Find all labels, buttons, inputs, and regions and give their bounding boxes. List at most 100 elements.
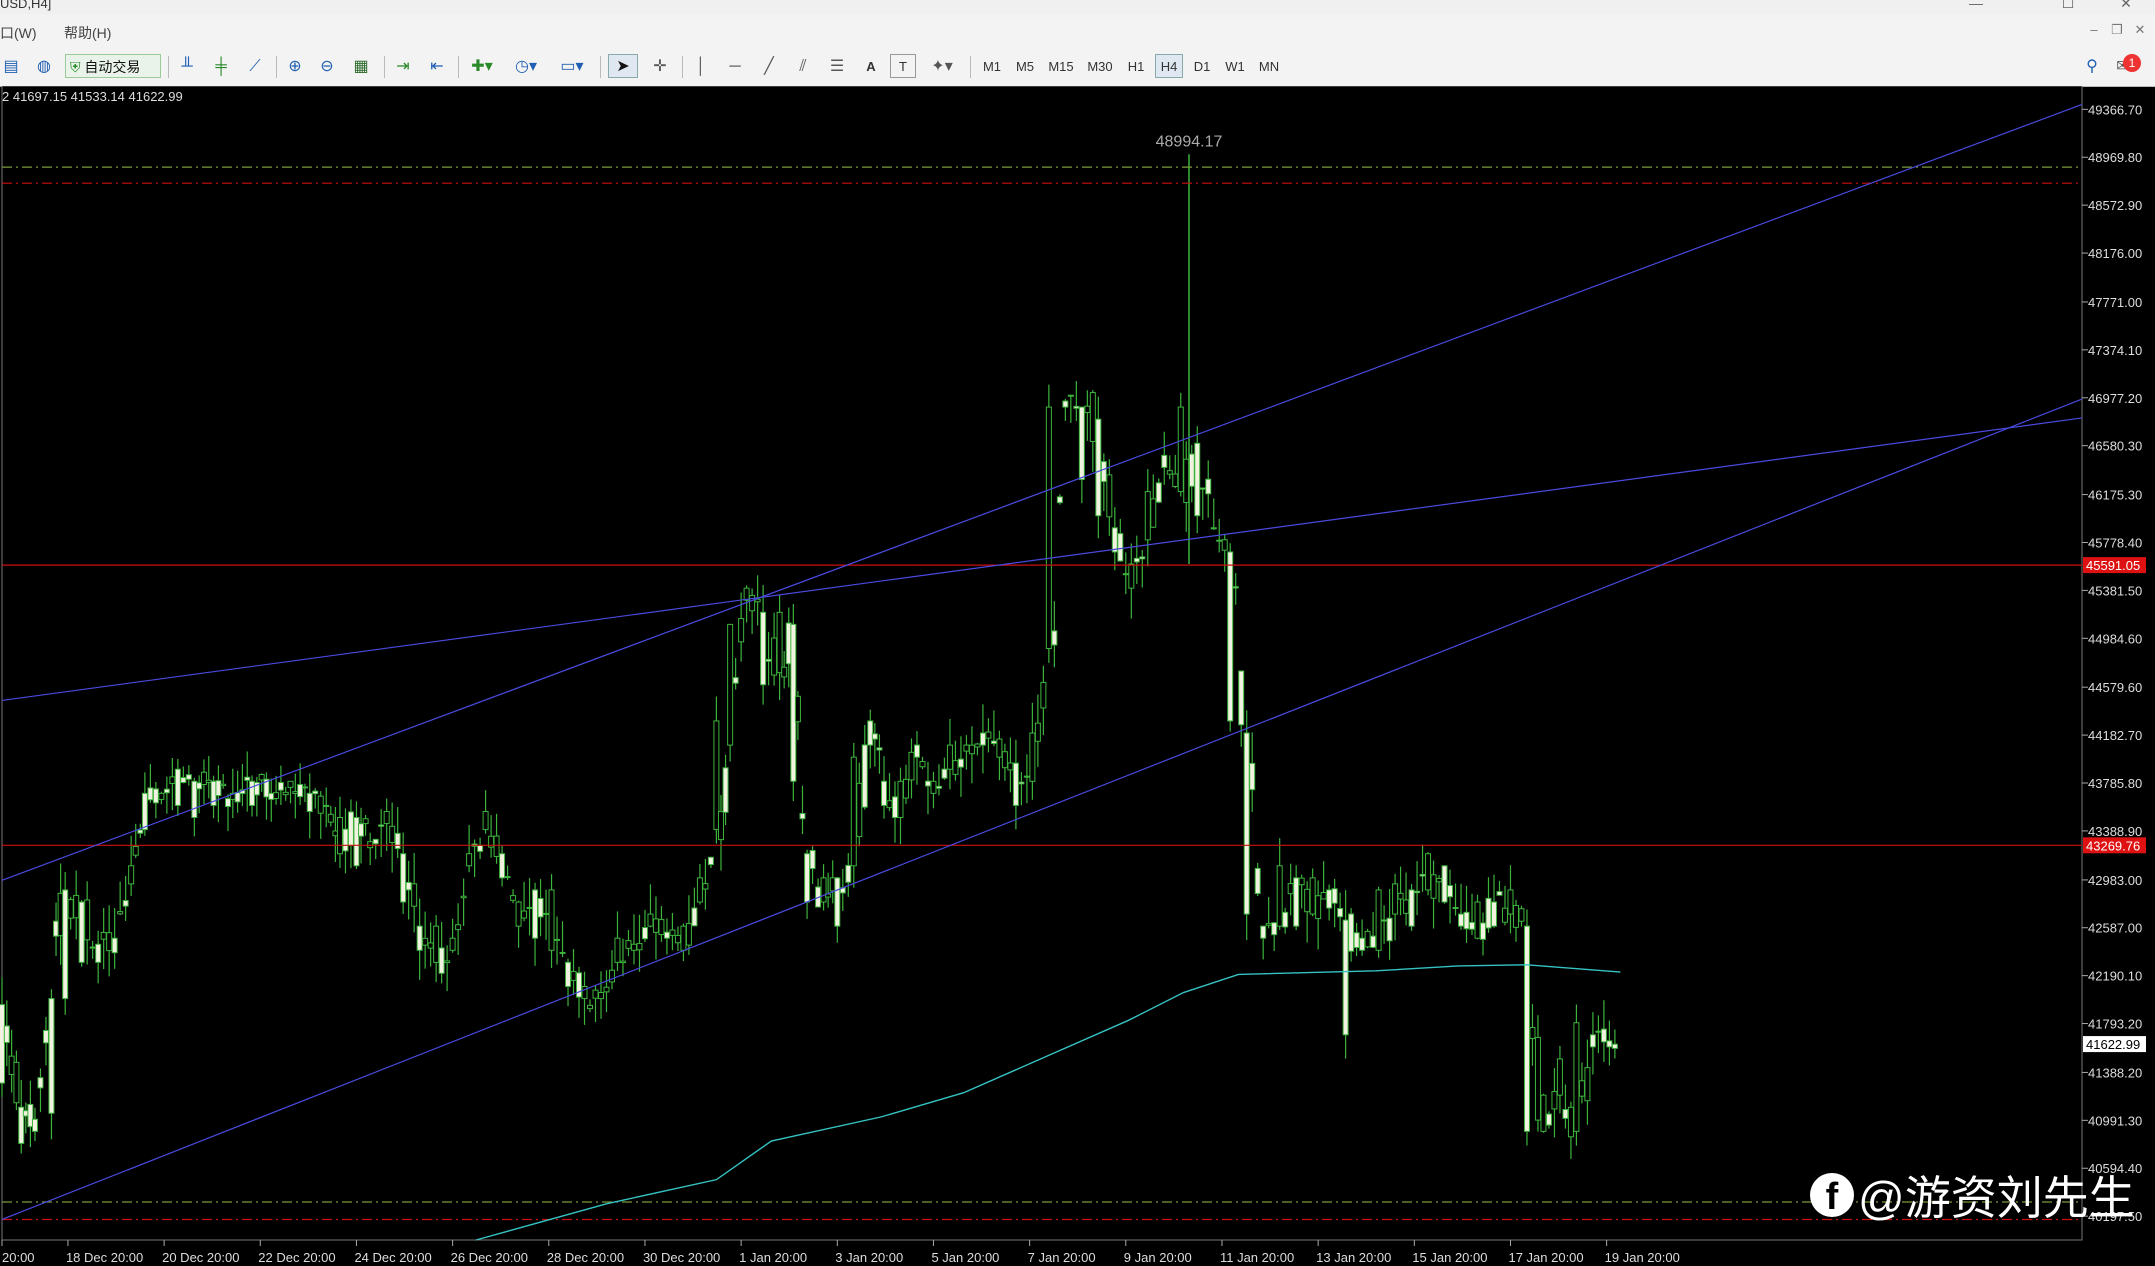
horizontal-line-icon[interactable]: ─ bbox=[722, 54, 748, 78]
bear-candle bbox=[180, 777, 187, 784]
close-icon[interactable]: ✕ bbox=[2106, 0, 2146, 10]
timeframe-m30-button[interactable]: M30 bbox=[1083, 54, 1117, 78]
bull-candle bbox=[449, 937, 456, 951]
alert-count-badge[interactable]: 1 bbox=[2123, 54, 2141, 72]
maximize-icon[interactable]: ☐ bbox=[2048, 0, 2088, 10]
mdi-restore-icon[interactable]: ❐ bbox=[2106, 22, 2128, 38]
bull-candle bbox=[630, 943, 637, 951]
bear-candle bbox=[891, 796, 898, 819]
bear-candle bbox=[268, 792, 275, 800]
bear-candle bbox=[1490, 901, 1497, 927]
new-order-icon[interactable]: ▤ bbox=[0, 54, 22, 78]
bear-candle bbox=[1458, 913, 1465, 927]
time-tick-label: 30 Dec 20:00 bbox=[643, 1250, 720, 1265]
mdi-minimize-icon[interactable]: – bbox=[2083, 22, 2105, 37]
mdi-close-icon[interactable]: ✕ bbox=[2129, 22, 2151, 38]
bull-candle bbox=[680, 925, 687, 951]
zoom-out-icon[interactable]: ⊖ bbox=[314, 54, 340, 78]
candlestick-icon[interactable]: ╪ bbox=[208, 54, 234, 78]
bull-candle bbox=[427, 942, 434, 949]
bear-candle bbox=[1139, 556, 1146, 560]
price-chart[interactable]: 48994.17 49366.70 48969.80 48572.90 48176.00… bbox=[0, 86, 2155, 1266]
bull-candle bbox=[674, 934, 681, 944]
bull-candle bbox=[1573, 1022, 1580, 1132]
timeframe-d1-button[interactable]: D1 bbox=[1188, 54, 1216, 78]
bull-candle bbox=[886, 800, 893, 809]
timeframe-m5-button[interactable]: M5 bbox=[1011, 54, 1039, 78]
market-watch-icon[interactable]: ◍ bbox=[32, 54, 56, 78]
bear-candle bbox=[1238, 670, 1245, 726]
text-tool-button[interactable]: A bbox=[858, 54, 884, 78]
timeframe-mn-button[interactable]: MN bbox=[1254, 54, 1284, 78]
auto-trade-button[interactable]: ⛨ 自动交易 bbox=[65, 54, 161, 78]
arrows-icon[interactable]: ✦▾ bbox=[922, 54, 962, 78]
bear-candle bbox=[147, 787, 154, 801]
bull-candle bbox=[1122, 573, 1129, 576]
fibonacci-icon[interactable]: ☰ bbox=[824, 54, 850, 78]
bull-candle bbox=[292, 791, 299, 794]
channel-icon[interactable]: ⫽ bbox=[790, 54, 816, 78]
price-tick-label: 44182.70 bbox=[2088, 728, 2142, 743]
minimize-icon[interactable]: — bbox=[1956, 0, 1996, 10]
bear-candle bbox=[1600, 1028, 1607, 1043]
bull-candle bbox=[1578, 1080, 1585, 1097]
search-icon[interactable]: ⚲ bbox=[2080, 54, 2104, 78]
bull-candle bbox=[1023, 775, 1030, 778]
bear-candle bbox=[1062, 400, 1069, 408]
menu-bar: 口(W) 帮助(H) – ❐ ✕ bbox=[0, 14, 2155, 49]
zoom-in-icon[interactable]: ⊕ bbox=[282, 54, 308, 78]
timeframe-w1-button[interactable]: W1 bbox=[1221, 54, 1249, 78]
bear-candle bbox=[224, 798, 231, 808]
bear-candle bbox=[1188, 453, 1195, 487]
price-tick-label: 42190.10 bbox=[2088, 969, 2142, 984]
bear-candle bbox=[1606, 1040, 1613, 1048]
bull-candle bbox=[67, 899, 74, 919]
indicators-icon[interactable]: ✚▾ bbox=[464, 54, 500, 78]
bull-candle bbox=[996, 738, 1003, 758]
periods-icon[interactable]: ◷▾ bbox=[508, 54, 544, 78]
menu-help[interactable]: 帮助(H) bbox=[64, 23, 111, 43]
timeframe-h1-button[interactable]: H1 bbox=[1122, 54, 1150, 78]
bull-candle bbox=[158, 792, 165, 800]
chart-shift-icon[interactable]: ⇤ bbox=[424, 54, 450, 78]
bear-candle bbox=[234, 792, 241, 803]
bear-candle bbox=[372, 838, 379, 845]
cursor-icon[interactable]: ➤ bbox=[608, 54, 638, 78]
bull-candle bbox=[510, 895, 517, 901]
trendline-icon[interactable]: ╱ bbox=[756, 54, 782, 78]
bear-candle bbox=[1199, 487, 1206, 490]
bear-candle bbox=[1419, 873, 1426, 877]
auto-trade-label: 自动交易 bbox=[84, 59, 141, 75]
auto-trade-icon: ⛨ bbox=[70, 59, 81, 75]
timeframe-h4-button[interactable]: H4 bbox=[1155, 54, 1183, 78]
bear-candle bbox=[215, 780, 222, 797]
bear-candle bbox=[1381, 919, 1388, 922]
plot-area bbox=[1, 86, 2083, 1241]
bull-candle bbox=[696, 877, 703, 903]
menu-window[interactable]: 口(W) bbox=[0, 23, 37, 43]
bull-candle bbox=[258, 773, 265, 781]
time-tick-label: 13 Jan 20:00 bbox=[1316, 1250, 1391, 1265]
label-tool-button[interactable]: T bbox=[890, 54, 916, 78]
bull-candle bbox=[1315, 895, 1322, 920]
price-tick-label: 44984.60 bbox=[2088, 631, 2142, 646]
bull-candle bbox=[946, 744, 953, 770]
tile-windows-icon[interactable]: ▦ bbox=[348, 54, 374, 78]
bear-candle bbox=[78, 901, 85, 963]
timeframe-m15-button[interactable]: M15 bbox=[1044, 54, 1078, 78]
bear-candle bbox=[297, 784, 304, 798]
bull-candle bbox=[727, 623, 734, 746]
bear-candle bbox=[881, 780, 888, 806]
timeframe-m1-button[interactable]: M1 bbox=[978, 54, 1006, 78]
bear-candle bbox=[935, 785, 942, 789]
bull-candle bbox=[1298, 877, 1305, 886]
auto-scroll-icon[interactable]: ⇥ bbox=[390, 54, 416, 78]
bull-candle bbox=[411, 883, 418, 907]
vertical-line-icon[interactable]: │ bbox=[688, 54, 714, 78]
templates-icon[interactable]: ▭▾ bbox=[552, 54, 592, 78]
bull-candle bbox=[1425, 853, 1432, 891]
bar-chart-icon[interactable]: ╨ bbox=[174, 54, 200, 78]
crosshair-icon[interactable]: ✛ bbox=[646, 54, 674, 78]
line-chart-icon[interactable]: ⟋ bbox=[242, 54, 268, 78]
bull-candle bbox=[1304, 888, 1311, 913]
